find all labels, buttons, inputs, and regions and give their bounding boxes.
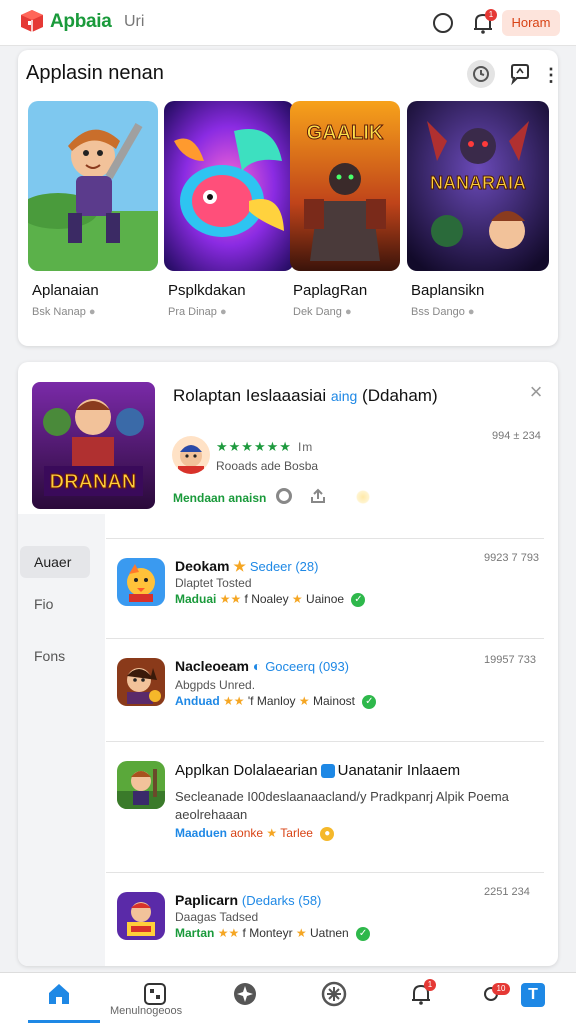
nav-label: Menulnogeoos bbox=[110, 1005, 183, 1017]
list-item-title[interactable]: Nacleoeam ◐ Goceerq (093) bbox=[175, 658, 349, 674]
detail-date: 994 ± 234 bbox=[492, 430, 541, 442]
share-icon[interactable] bbox=[310, 488, 326, 504]
active-tab-indicator bbox=[28, 1020, 100, 1023]
list-item-meta: Martan ★★ f Monteyr ★ Uatnen ✓ bbox=[175, 926, 371, 941]
game-chick-icon bbox=[117, 558, 165, 606]
avatar[interactable] bbox=[172, 436, 210, 474]
info-icon bbox=[320, 764, 335, 779]
tile-cover-text: NANARAIA bbox=[430, 173, 526, 193]
top-bar: Apbaia Uri 1 Horam bbox=[0, 0, 576, 46]
list-item-title[interactable]: Paplicarn (Dedarks (58) bbox=[175, 892, 321, 908]
brand-subtitle: Uri bbox=[124, 13, 145, 30]
divider bbox=[106, 538, 544, 539]
app-tile-psplkdakan[interactable] bbox=[164, 101, 294, 271]
side-menu: Auaer Fio Fons bbox=[18, 514, 105, 966]
divider bbox=[106, 872, 544, 873]
app-tile-baplansikn[interactable]: NANARAIA bbox=[407, 101, 549, 271]
cover-title-text: DRANAN bbox=[50, 471, 137, 493]
detail-title: Rolaptan Ieslaaasiai aing (Ddaham) bbox=[173, 386, 438, 405]
list-item-subtitle: Daagas Tadsed bbox=[175, 910, 259, 924]
verified-icon: ✓ bbox=[356, 926, 371, 941]
list-item-subtitle: Dlaptet Tosted bbox=[175, 576, 252, 590]
record-icon[interactable] bbox=[276, 488, 292, 504]
list-item-title[interactable]: Applkan Dolalaearian Uanatanir Inlaaem bbox=[175, 762, 460, 779]
glow-icon bbox=[356, 490, 370, 504]
list-item-description: Secleanade I00deslaanaacland/y Pradkpanr… bbox=[175, 789, 509, 822]
tile-name: Aplanaian bbox=[32, 282, 99, 299]
game-arena-icon bbox=[117, 892, 165, 940]
detail-stats: Rooads ade Bosba bbox=[216, 459, 319, 473]
game-knight-icon bbox=[117, 658, 165, 706]
featured-cover-image[interactable]: DRANAN bbox=[32, 382, 155, 509]
verified-icon: ✓ bbox=[351, 592, 366, 607]
list-item-title[interactable]: Deokam ★ Sedeer (28) bbox=[175, 558, 318, 575]
section-title: Applasin nenan bbox=[26, 62, 164, 84]
verified-icon: ✓ bbox=[362, 694, 377, 709]
app-details-card: Auaer Fio Fons DRANAN Rolaptan Ieslaaasi… bbox=[18, 362, 558, 966]
list-item-subtitle: Abgpds Unred. bbox=[175, 678, 256, 692]
status-circle-icon[interactable] bbox=[433, 13, 453, 33]
side-menu-item-fio[interactable]: Fio bbox=[20, 588, 90, 620]
explore-icon[interactable] bbox=[232, 981, 258, 1007]
notifications-badge: 1 bbox=[424, 979, 436, 991]
brand-name: Apbaia bbox=[50, 11, 112, 32]
bottom-nav: Menulnogeoos 1 10 T bbox=[0, 972, 576, 1024]
tile-cover-text: GAALIK bbox=[307, 122, 384, 144]
apps-icon[interactable] bbox=[142, 981, 168, 1007]
app-tile-paplagran[interactable]: GAALIK bbox=[290, 101, 400, 271]
tile-name: PaplagRan bbox=[293, 282, 368, 299]
messages-badge: 10 bbox=[492, 983, 510, 995]
game-monster-icon: NANARAIA bbox=[407, 101, 549, 271]
profile-icon[interactable]: T bbox=[521, 983, 545, 1007]
featured-card: Applasin nenan ⋮ GAALIK NANARAIA Aplanai… bbox=[18, 50, 560, 346]
game-fish-icon bbox=[164, 101, 294, 271]
close-icon[interactable]: × bbox=[526, 381, 546, 403]
list-item-date: 19957 733 bbox=[484, 654, 536, 666]
badge-icon: ● bbox=[320, 826, 335, 841]
list-item-date: 2251 234 bbox=[484, 886, 530, 898]
list-item-icon[interactable] bbox=[117, 658, 165, 706]
game-warrior-icon: GAALIK bbox=[290, 101, 400, 271]
list-item-meta: Anduad ★★ 'f Manloy ★ Mainost ✓ bbox=[175, 694, 377, 709]
home-icon[interactable] bbox=[46, 981, 72, 1007]
game-cover-icon: DRANAN bbox=[32, 382, 155, 509]
tile-subtitle: Dek Dang ● bbox=[293, 306, 352, 318]
notification-badge: 1 bbox=[485, 9, 497, 21]
detail-action-link[interactable]: Mendaan anaisn bbox=[173, 491, 266, 505]
game-ranger-icon bbox=[117, 761, 165, 809]
tile-subtitle: Bss Dango ● bbox=[411, 306, 475, 318]
list-item-meta: Maaduen aonke ★ Tarlee ● bbox=[175, 826, 335, 841]
app-logo-icon[interactable] bbox=[20, 9, 44, 33]
header-pill-button[interactable]: Horam bbox=[502, 10, 560, 36]
side-menu-item-fons[interactable]: Fons bbox=[20, 640, 90, 672]
divider bbox=[106, 638, 544, 639]
list-item-icon[interactable] bbox=[117, 892, 165, 940]
refresh-icon[interactable] bbox=[467, 60, 495, 88]
tile-name: Psplkdakan bbox=[168, 282, 246, 299]
chat-icon[interactable] bbox=[508, 62, 532, 86]
list-item-meta: Maduai ★★ f Noaley ★ Uainoe ✓ bbox=[175, 592, 366, 607]
more-options-icon[interactable]: ⋮ bbox=[542, 64, 560, 86]
games-icon[interactable] bbox=[321, 981, 347, 1007]
list-item-icon[interactable] bbox=[117, 761, 165, 809]
list-item-icon[interactable] bbox=[117, 558, 165, 606]
side-menu-item-auaer[interactable]: Auaer bbox=[20, 546, 90, 578]
tile-subtitle: Bsk Nanap ● bbox=[32, 306, 96, 318]
tile-subtitle: Pra Dinap ● bbox=[168, 306, 227, 318]
list-item-date: 9923 7 793 bbox=[484, 552, 540, 564]
game-hero-icon bbox=[28, 101, 158, 271]
rating-stars: ★★★★★★ Im bbox=[216, 439, 314, 454]
tile-name: Baplansikn bbox=[411, 282, 485, 299]
app-tile-aplanaian[interactable] bbox=[28, 101, 158, 271]
divider bbox=[106, 741, 544, 742]
